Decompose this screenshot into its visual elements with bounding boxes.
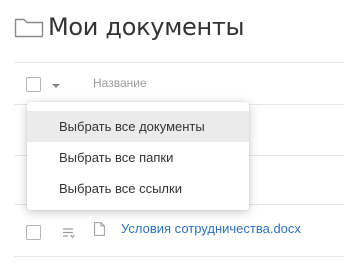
row-checkbox[interactable] xyxy=(26,225,41,240)
menu-item-select-all-links[interactable]: Выбрать все ссылки xyxy=(27,173,249,204)
row-divider xyxy=(14,256,344,257)
document-icon xyxy=(94,222,105,236)
documents-page: Мои документы Название Условия сотруднич… xyxy=(0,0,344,270)
page-title: Мои документы xyxy=(48,13,245,41)
folder-icon xyxy=(14,18,44,38)
select-all-checkbox[interactable] xyxy=(26,77,41,92)
select-menu: Выбрать все документы Выбрать все папки … xyxy=(27,102,249,210)
header-top-divider xyxy=(14,62,344,63)
menu-item-select-all-documents[interactable]: Выбрать все документы xyxy=(27,111,249,142)
chevron-down-icon[interactable] xyxy=(52,84,60,88)
menu-item-select-all-folders[interactable]: Выбрать все папки xyxy=(27,142,249,173)
file-link[interactable]: Условия сотрудничества.docx xyxy=(121,221,301,236)
page-header: Мои документы xyxy=(14,10,244,44)
column-header-name[interactable]: Название xyxy=(93,76,147,90)
list-icon[interactable] xyxy=(62,227,76,239)
